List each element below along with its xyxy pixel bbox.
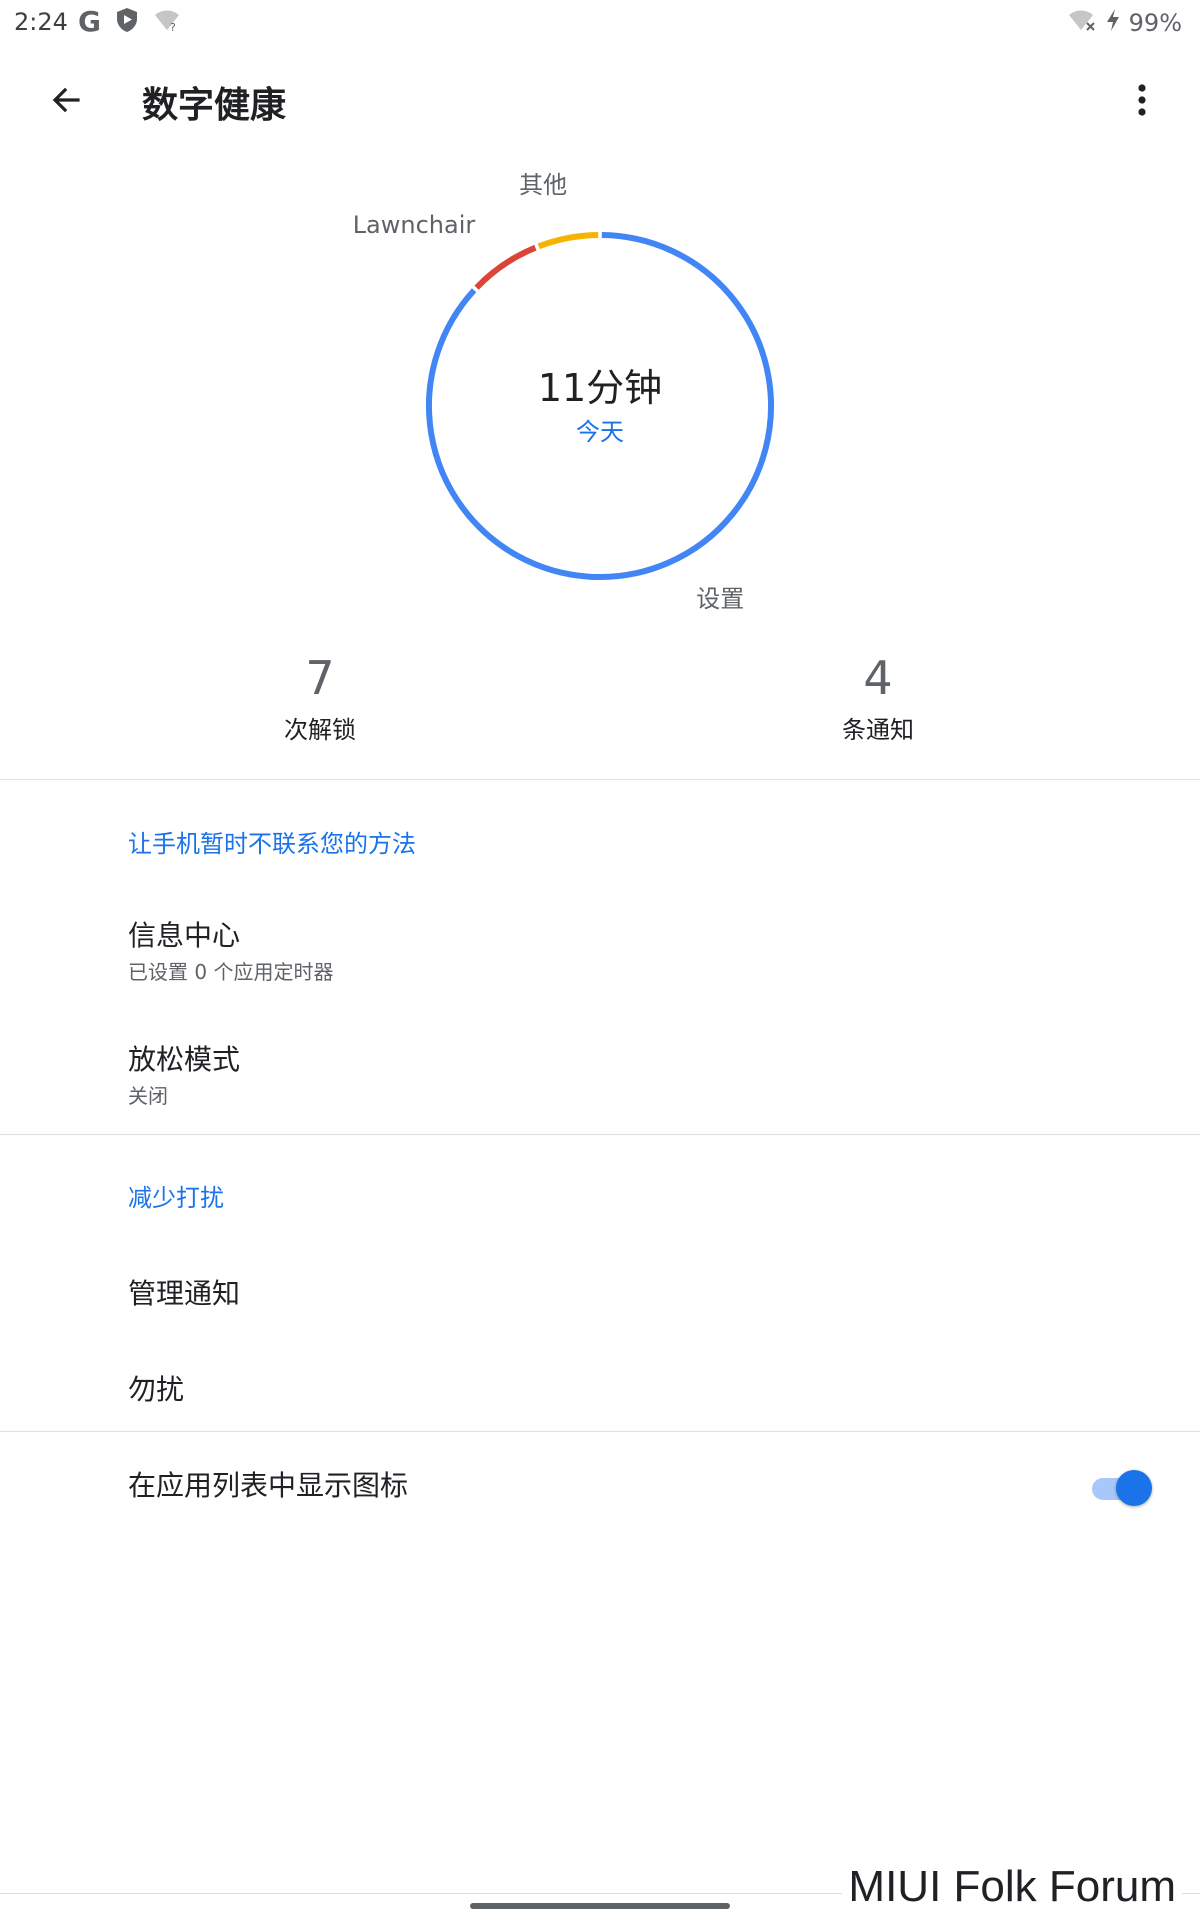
screen: 2:24 G ? 99% 数字健康 设置 Lawnchair 其他 11分钟 今… (0, 0, 1200, 1920)
section-header-disconnect: 让手机暂时不联系您的方法 (128, 830, 416, 858)
dnd-title: 勿扰 (128, 1373, 185, 1406)
google-icon: G (78, 5, 101, 38)
page-title: 数字健康 (142, 85, 287, 126)
wind-down-item[interactable]: 放松模式 关闭 (0, 1004, 1200, 1122)
divider (0, 1134, 1200, 1135)
divider (0, 779, 1200, 780)
dnd-item[interactable]: 勿扰 (0, 1336, 1200, 1432)
back-button[interactable] (36, 70, 96, 130)
slice-label-lawnchair: Lawnchair (352, 211, 476, 240)
chart-center: 11分钟 今天 (450, 366, 750, 447)
unlocks-label: 次解锁 (284, 716, 356, 744)
dashboard-item[interactable]: 信息中心 已设置 0 个应用定时器 (0, 880, 1200, 998)
shield-icon (115, 7, 139, 37)
dashboard-title: 信息中心 (128, 919, 241, 952)
unlocks-count: 7 (305, 651, 335, 705)
notifications-label: 条通知 (842, 716, 914, 744)
slice-label-other: 其他 (519, 170, 568, 199)
slice-label-settings: 设置 (696, 584, 745, 613)
notifications-count: 4 (863, 651, 893, 705)
svg-text:?: ? (170, 21, 176, 32)
usage-chart[interactable]: 设置 Lawnchair 其他 11分钟 今天 (0, 170, 1200, 620)
status-bar: 2:24 G ? 99% (0, 0, 1200, 44)
status-icons-right: 99% (1067, 8, 1182, 38)
more-options-button[interactable] (1112, 70, 1172, 130)
show-icon-item[interactable]: 在应用列表中显示图标 (0, 1432, 1200, 1542)
total-screen-time: 11分钟 (537, 366, 663, 410)
show-icon-toggle[interactable] (1090, 1468, 1154, 1508)
wifi-question-icon: ? (153, 8, 181, 36)
toggle-thumb (1116, 1470, 1152, 1506)
slice-other (537, 232, 599, 250)
charging-icon (1105, 8, 1121, 38)
notifications-stat[interactable]: 4 条通知 (758, 650, 998, 745)
manage-notifications-title: 管理通知 (128, 1277, 241, 1310)
show-icon-title: 在应用列表中显示图标 (128, 1469, 409, 1502)
status-time: 2:24 (14, 8, 68, 36)
section-header-interruptions: 减少打扰 (128, 1184, 224, 1212)
period-label[interactable]: 今天 (450, 412, 750, 447)
more-vert-icon (1138, 84, 1146, 116)
wind-down-subtitle: 关闭 (128, 1084, 168, 1108)
stats-row: 7 次解锁 4 条通知 (0, 650, 1200, 760)
wifi-off-icon (1067, 8, 1097, 38)
arrow-back-icon (52, 87, 80, 113)
manage-notifications-item[interactable]: 管理通知 (0, 1240, 1200, 1336)
wind-down-title: 放松模式 (128, 1043, 241, 1076)
gesture-handle[interactable] (470, 1903, 730, 1909)
status-icons-left: G ? (78, 7, 181, 37)
dashboard-subtitle: 已设置 0 个应用定时器 (128, 960, 334, 984)
slice-lawnchair (474, 244, 537, 290)
watermark: MIUI Folk Forum (842, 1862, 1182, 1912)
app-bar: 数字健康 (0, 60, 1200, 140)
unlocks-stat[interactable]: 7 次解锁 (200, 650, 440, 745)
battery-percent: 99% (1128, 9, 1182, 37)
